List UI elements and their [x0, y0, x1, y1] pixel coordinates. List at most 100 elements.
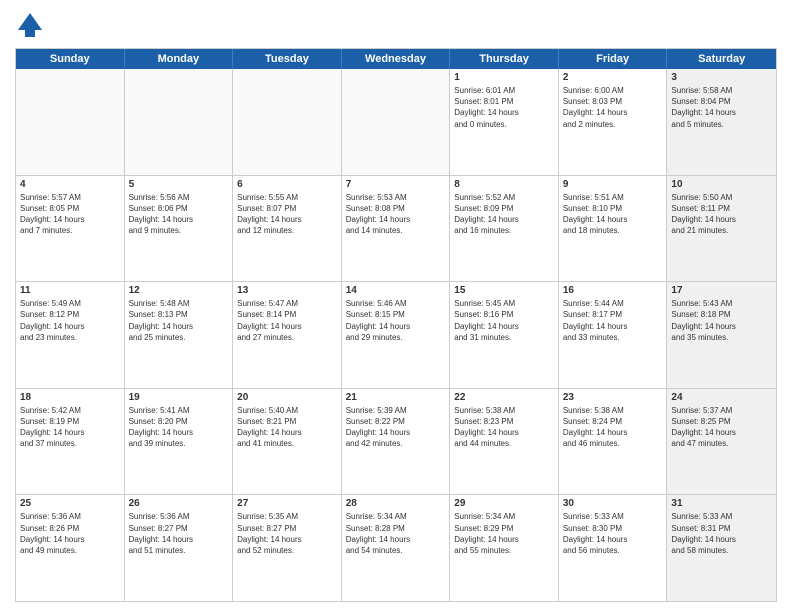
- calendar-cell: 18 Sunrise: 5:42 AMSunset: 8:19 PMDayligh…: [16, 389, 125, 495]
- day-number: 12: [129, 285, 229, 296]
- day-number: 28: [346, 498, 446, 509]
- calendar-cell: 17Sunrise: 5:43 AMSunset: 8:18 PMDayligh…: [667, 282, 776, 388]
- calendar-cell: 21 Sunrise: 5:39 AMSunset: 8:22 PMDayligh…: [342, 389, 451, 495]
- calendar-cell: 19Sunrise: 5:41 AMSunset: 8:20 PMDayligh…: [125, 389, 234, 495]
- calendar-cell: 8 Sunrise: 5:52 AMSunset: 8:09 PMDaylight…: [450, 176, 559, 282]
- day-number: 4: [20, 179, 120, 190]
- day-number: 20: [237, 392, 337, 403]
- cell-info: Sunrise: 5:36 AMSunset: 8:26 PMDaylight:…: [20, 511, 120, 556]
- day-number: 11: [20, 285, 120, 296]
- calendar-cell: 25 Sunrise: 5:36 AMSunset: 8:26 PMDayligh…: [16, 495, 125, 601]
- calendar-header-cell: Sunday: [16, 49, 125, 69]
- calendar-cell: 15 Sunrise: 5:45 AMSunset: 8:16 PMDayligh…: [450, 282, 559, 388]
- calendar-row: 4 Sunrise: 5:57 AMSunset: 8:05 PMDaylight…: [16, 176, 776, 283]
- cell-info: Sunrise: 5:35 AMSunset: 8:27 PMDaylight:…: [237, 511, 337, 556]
- cell-info: Sunrise: 5:47 AMSunset: 8:14 PMDaylight:…: [237, 298, 337, 343]
- day-number: 2: [563, 72, 663, 83]
- cell-info: Sunrise: 5:51 AMSunset: 8:10 PMDaylight:…: [563, 192, 663, 237]
- cell-info: Sunrise: 5:52 AMSunset: 8:09 PMDaylight:…: [454, 192, 554, 237]
- day-number: 13: [237, 285, 337, 296]
- day-number: 18: [20, 392, 120, 403]
- logo-icon: [15, 10, 45, 40]
- calendar-cell: 13 Sunrise: 5:47 AMSunset: 8:14 PMDayligh…: [233, 282, 342, 388]
- cell-info: Sunrise: 5:45 AMSunset: 8:16 PMDaylight:…: [454, 298, 554, 343]
- header: [15, 10, 777, 40]
- day-number: 19: [129, 392, 229, 403]
- day-number: 21: [346, 392, 446, 403]
- day-number: 30: [563, 498, 663, 509]
- calendar-cell: [342, 69, 451, 175]
- calendar-header-cell: Tuesday: [233, 49, 342, 69]
- day-number: 27: [237, 498, 337, 509]
- calendar-cell: 9 Sunrise: 5:51 AMSunset: 8:10 PMDaylight…: [559, 176, 668, 282]
- day-number: 15: [454, 285, 554, 296]
- day-number: 17: [671, 285, 772, 296]
- calendar-cell: 4 Sunrise: 5:57 AMSunset: 8:05 PMDaylight…: [16, 176, 125, 282]
- cell-info: Sunrise: 5:56 AMSunset: 8:06 PMDaylight:…: [129, 192, 229, 237]
- cell-info: Sunrise: 5:42 AMSunset: 8:19 PMDaylight:…: [20, 405, 120, 450]
- day-number: 9: [563, 179, 663, 190]
- day-number: 26: [129, 498, 229, 509]
- cell-info: Sunrise: 5:40 AMSunset: 8:21 PMDaylight:…: [237, 405, 337, 450]
- cell-info: Sunrise: 5:33 AMSunset: 8:30 PMDaylight:…: [563, 511, 663, 556]
- calendar-cell: 11 Sunrise: 5:49 AMSunset: 8:12 PMDayligh…: [16, 282, 125, 388]
- calendar: SundayMondayTuesdayWednesdayThursdayFrid…: [15, 48, 777, 602]
- cell-info: Sunrise: 5:44 AMSunset: 8:17 PMDaylight:…: [563, 298, 663, 343]
- day-number: 8: [454, 179, 554, 190]
- cell-info: Sunrise: 5:58 AMSunset: 8:04 PMDaylight:…: [671, 85, 772, 130]
- calendar-cell: 23 Sunrise: 5:38 AMSunset: 8:24 PMDayligh…: [559, 389, 668, 495]
- calendar-cell: 31 Sunrise: 5:33 AMSunset: 8:31 PMDayligh…: [667, 495, 776, 601]
- calendar-header-cell: Wednesday: [342, 49, 451, 69]
- day-number: 31: [671, 498, 772, 509]
- calendar-row: 1 Sunrise: 6:01 AMSunset: 8:01 PMDaylight…: [16, 69, 776, 176]
- calendar-cell: 6Sunrise: 5:55 AMSunset: 8:07 PMDaylight…: [233, 176, 342, 282]
- cell-info: Sunrise: 5:50 AMSunset: 8:11 PMDaylight:…: [671, 192, 772, 237]
- cell-info: Sunrise: 5:53 AMSunset: 8:08 PMDaylight:…: [346, 192, 446, 237]
- calendar-cell: 7 Sunrise: 5:53 AMSunset: 8:08 PMDaylight…: [342, 176, 451, 282]
- logo: [15, 10, 49, 40]
- cell-info: Sunrise: 5:48 AMSunset: 8:13 PMDaylight:…: [129, 298, 229, 343]
- day-number: 25: [20, 498, 120, 509]
- day-number: 1: [454, 72, 554, 83]
- cell-info: Sunrise: 5:36 AMSunset: 8:27 PMDaylight:…: [129, 511, 229, 556]
- cell-info: Sunrise: 5:34 AMSunset: 8:28 PMDaylight:…: [346, 511, 446, 556]
- cell-info: Sunrise: 6:00 AMSunset: 8:03 PMDaylight:…: [563, 85, 663, 130]
- calendar-body: 1 Sunrise: 6:01 AMSunset: 8:01 PMDaylight…: [16, 69, 776, 601]
- day-number: 29: [454, 498, 554, 509]
- calendar-cell: 30 Sunrise: 5:33 AMSunset: 8:30 PMDayligh…: [559, 495, 668, 601]
- calendar-header: SundayMondayTuesdayWednesdayThursdayFrid…: [16, 49, 776, 69]
- day-number: 7: [346, 179, 446, 190]
- calendar-cell: [233, 69, 342, 175]
- cell-info: Sunrise: 5:57 AMSunset: 8:05 PMDaylight:…: [20, 192, 120, 237]
- cell-info: Sunrise: 6:01 AMSunset: 8:01 PMDaylight:…: [454, 85, 554, 130]
- day-number: 23: [563, 392, 663, 403]
- cell-info: Sunrise: 5:33 AMSunset: 8:31 PMDaylight:…: [671, 511, 772, 556]
- calendar-cell: 1 Sunrise: 6:01 AMSunset: 8:01 PMDaylight…: [450, 69, 559, 175]
- calendar-cell: 28 Sunrise: 5:34 AMSunset: 8:28 PMDayligh…: [342, 495, 451, 601]
- calendar-row: 11 Sunrise: 5:49 AMSunset: 8:12 PMDayligh…: [16, 282, 776, 389]
- calendar-header-cell: Monday: [125, 49, 234, 69]
- cell-info: Sunrise: 5:49 AMSunset: 8:12 PMDaylight:…: [20, 298, 120, 343]
- calendar-cell: 16Sunrise: 5:44 AMSunset: 8:17 PMDayligh…: [559, 282, 668, 388]
- calendar-row: 18 Sunrise: 5:42 AMSunset: 8:19 PMDayligh…: [16, 389, 776, 496]
- page: SundayMondayTuesdayWednesdayThursdayFrid…: [0, 0, 792, 612]
- cell-info: Sunrise: 5:37 AMSunset: 8:25 PMDaylight:…: [671, 405, 772, 450]
- calendar-cell: [16, 69, 125, 175]
- calendar-cell: 20 Sunrise: 5:40 AMSunset: 8:21 PMDayligh…: [233, 389, 342, 495]
- calendar-cell: 26 Sunrise: 5:36 AMSunset: 8:27 PMDayligh…: [125, 495, 234, 601]
- day-number: 5: [129, 179, 229, 190]
- calendar-cell: 2 Sunrise: 6:00 AMSunset: 8:03 PMDaylight…: [559, 69, 668, 175]
- cell-info: Sunrise: 5:39 AMSunset: 8:22 PMDaylight:…: [346, 405, 446, 450]
- day-number: 3: [671, 72, 772, 83]
- calendar-cell: 5 Sunrise: 5:56 AMSunset: 8:06 PMDaylight…: [125, 176, 234, 282]
- day-number: 22: [454, 392, 554, 403]
- calendar-cell: [125, 69, 234, 175]
- calendar-cell: 3 Sunrise: 5:58 AMSunset: 8:04 PMDaylight…: [667, 69, 776, 175]
- calendar-cell: 29 Sunrise: 5:34 AMSunset: 8:29 PMDayligh…: [450, 495, 559, 601]
- calendar-cell: 10Sunrise: 5:50 AMSunset: 8:11 PMDayligh…: [667, 176, 776, 282]
- cell-info: Sunrise: 5:55 AMSunset: 8:07 PMDaylight:…: [237, 192, 337, 237]
- cell-info: Sunrise: 5:38 AMSunset: 8:24 PMDaylight:…: [563, 405, 663, 450]
- calendar-row: 25 Sunrise: 5:36 AMSunset: 8:26 PMDayligh…: [16, 495, 776, 601]
- day-number: 14: [346, 285, 446, 296]
- cell-info: Sunrise: 5:34 AMSunset: 8:29 PMDaylight:…: [454, 511, 554, 556]
